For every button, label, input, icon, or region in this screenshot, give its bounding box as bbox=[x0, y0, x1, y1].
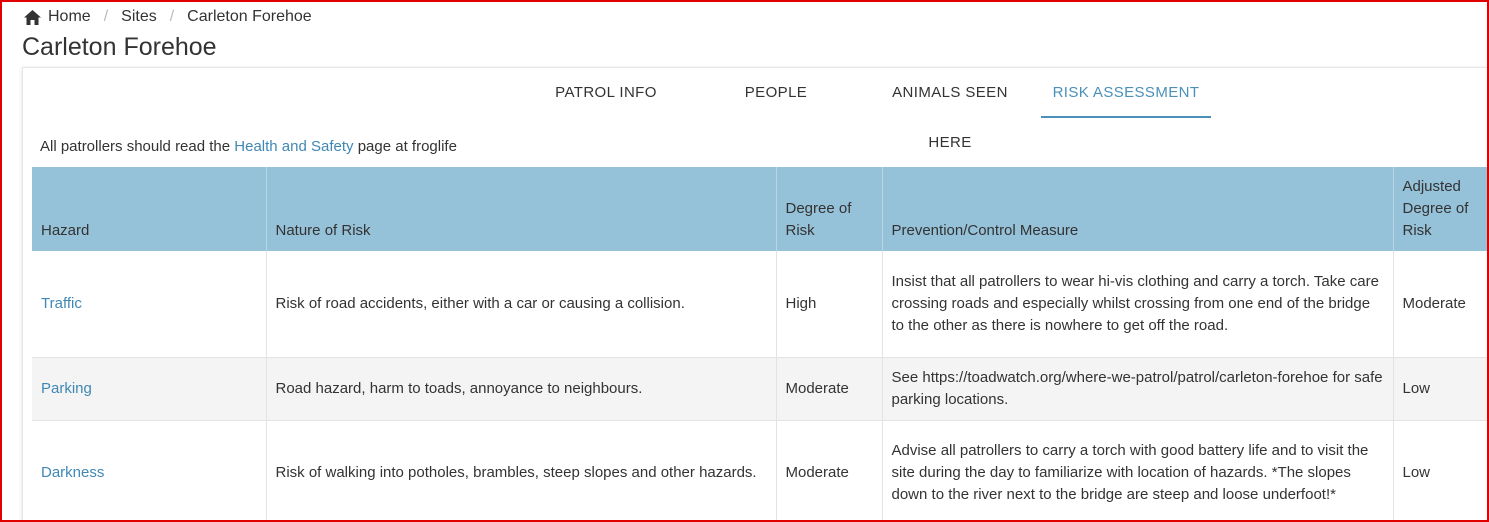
health-safety-notice: All patrollers should read the Health an… bbox=[40, 138, 457, 155]
hazard-cell[interactable]: Parking bbox=[32, 357, 267, 421]
table-header-row: Hazard Nature of Risk Degree of Risk Pre… bbox=[32, 167, 1489, 251]
risk-assessment-table: Hazard Nature of Risk Degree of Risk Pre… bbox=[32, 167, 1489, 522]
notice-text-after: page at froglife bbox=[353, 138, 457, 155]
control-measure-cell: Advise all patrollers to carry a torch w… bbox=[882, 420, 1394, 522]
breadcrumb-sites-link[interactable]: Sites bbox=[121, 8, 157, 26]
degree-of-risk-cell: Moderate bbox=[776, 420, 883, 522]
tab-people[interactable]: PEOPLE bbox=[711, 68, 841, 118]
column-header-adjusted-degree-of-risk: Adjusted Degree of Risk bbox=[1393, 167, 1489, 251]
table-row: Parking Road hazard, harm to toads, anno… bbox=[32, 357, 1489, 421]
tab-bar: PATROL INFO PEOPLE ANIMALS SEEN HERE RIS… bbox=[23, 68, 1489, 151]
table-row: Traffic Risk of road accidents, either w… bbox=[32, 251, 1489, 358]
adjusted-degree-cell: Low bbox=[1393, 357, 1489, 421]
column-header-degree-of-risk: Degree of Risk bbox=[776, 167, 883, 251]
column-header-hazard: Hazard bbox=[32, 167, 267, 251]
hazard-cell[interactable]: Traffic bbox=[32, 251, 267, 358]
breadcrumb: Home / Sites / Carleton Forehoe bbox=[24, 6, 312, 28]
breadcrumb-home-link[interactable]: Home bbox=[48, 8, 91, 26]
nature-of-risk-cell: Road hazard, harm to toads, annoyance to… bbox=[266, 357, 777, 421]
tab-animals-seen-here[interactable]: ANIMALS SEEN HERE bbox=[869, 68, 1031, 151]
adjusted-degree-cell: Low bbox=[1393, 420, 1489, 522]
breadcrumb-current: Carleton Forehoe bbox=[187, 8, 312, 25]
breadcrumb-separator: / bbox=[169, 8, 175, 25]
control-measure-cell: Insist that all patrollers to wear hi-vi… bbox=[882, 251, 1394, 358]
nature-of-risk-cell: Risk of walking into potholes, brambles,… bbox=[266, 420, 777, 522]
nature-of-risk-cell: Risk of road accidents, either with a ca… bbox=[266, 251, 777, 358]
column-header-nature-of-risk: Nature of Risk bbox=[266, 167, 777, 251]
column-header-prevention-control-measure: Prevention/Control Measure bbox=[882, 167, 1394, 251]
degree-of-risk-cell: High bbox=[776, 251, 883, 358]
control-measure-cell: See https://toadwatch.org/where-we-patro… bbox=[882, 357, 1394, 421]
degree-of-risk-cell: Moderate bbox=[776, 357, 883, 421]
table-row: Darkness Risk of walking into potholes, … bbox=[32, 420, 1489, 522]
adjusted-degree-cell: Moderate bbox=[1393, 251, 1489, 358]
breadcrumb-separator: / bbox=[103, 8, 109, 25]
notice-text-before: All patrollers should read the bbox=[40, 138, 235, 155]
tab-risk-assessment[interactable]: RISK ASSESSMENT bbox=[1041, 68, 1211, 118]
health-and-safety-link[interactable]: Health and Safety bbox=[234, 138, 353, 155]
home-icon[interactable] bbox=[24, 9, 41, 25]
hazard-cell[interactable]: Darkness bbox=[32, 420, 267, 522]
tab-patrol-info[interactable]: PATROL INFO bbox=[535, 68, 677, 118]
page-title: Carleton Forehoe bbox=[22, 33, 217, 61]
site-panel: PATROL INFO PEOPLE ANIMALS SEEN HERE RIS… bbox=[22, 67, 1489, 522]
